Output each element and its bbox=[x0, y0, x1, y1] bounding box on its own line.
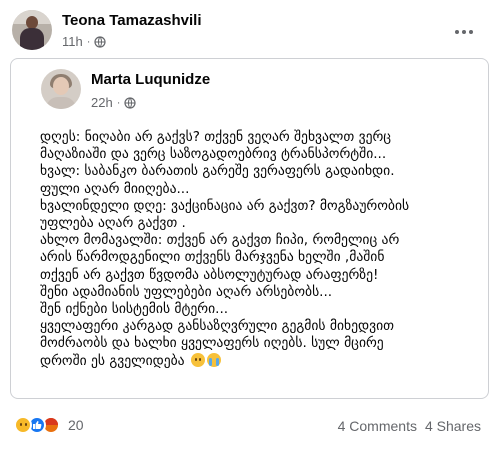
post-body-text: დღეს: ნიღაბი არ გაქვს? თქვენ ვეღარ შეხვა… bbox=[40, 129, 480, 370]
globe-icon bbox=[94, 35, 107, 48]
shared-author-avatar[interactable] bbox=[41, 69, 81, 109]
shared-post-meta: 22h · bbox=[91, 95, 136, 110]
reaction-count[interactable]: 20 bbox=[68, 417, 84, 433]
post-meta: 11h · bbox=[62, 34, 107, 49]
text-line: ფული აღარ მიიღება... bbox=[40, 180, 190, 197]
comments-count[interactable]: 4 Comments bbox=[338, 418, 417, 434]
meta-separator: · bbox=[86, 35, 91, 48]
post-stats: 4 Comments 4 Shares bbox=[338, 418, 481, 434]
text-line: შენი ადამიანის უფლებები აღარ არსებობს... bbox=[40, 283, 333, 300]
sad-face-emoji-icon bbox=[190, 352, 205, 367]
text-line: ხვალ: საბანკო ბარათის გარეშე ვერაფერს გა… bbox=[40, 163, 395, 180]
text-line: ყველაფერი კარგად განსაზღვრული გეგმის მიხ… bbox=[40, 318, 395, 335]
text-line: მაღაზიაში და ვერც საზოგადოებრივ ტრანსპორ… bbox=[40, 146, 387, 163]
shares-count[interactable]: 4 Shares bbox=[425, 418, 481, 434]
shared-meta-separator: · bbox=[116, 96, 121, 109]
text-line: შენ იქნები სისტემის მტერი... bbox=[40, 301, 229, 318]
post-header: Teona Tamazashvili 11h · bbox=[0, 0, 497, 58]
globe-icon bbox=[124, 96, 136, 109]
shared-author-name[interactable]: Marta Luqunidze bbox=[91, 71, 210, 88]
text-line-last: დროში ეს გველიდება bbox=[40, 352, 480, 370]
text-line: ხვალინდელი დღე: ვაქცინაცია არ გაქვთ? მოგ… bbox=[40, 197, 410, 214]
text-line: თქვენ არ გაქვთ წვდომა აბსოლუტურად არაფერ… bbox=[40, 266, 379, 283]
text-line: დროში ეს გველიდება bbox=[40, 352, 185, 369]
author-name[interactable]: Teona Tamazashvili bbox=[62, 12, 202, 29]
text-line: ახლო მომავალში: თქვენ არ გაქვთ ჩიპი, რომ… bbox=[40, 232, 400, 249]
text-line: უფლება აღარ გაქვთ . bbox=[40, 215, 186, 232]
more-options-icon[interactable] bbox=[451, 22, 477, 42]
shared-post-card[interactable]: Marta Luqunidze 22h · დღეს: ნიღაბი არ გა… bbox=[10, 58, 489, 399]
text-line: არის წარმოდგენილი თქვენს მარჯვენა ხელში … bbox=[40, 249, 385, 266]
shared-post-time[interactable]: 22h bbox=[91, 95, 113, 110]
crying-face-emoji-icon bbox=[206, 352, 221, 367]
post-time[interactable]: 11h bbox=[62, 34, 83, 49]
reactions-summary[interactable]: 20 bbox=[14, 416, 84, 434]
text-line: დღეს: ნიღაბი არ გაქვს? თქვენ ვეღარ შეხვა… bbox=[40, 129, 392, 145]
text-line: მოძრაობს და ხალხი ყველაფერს იღებს. სულ მ… bbox=[40, 335, 384, 352]
post-footer: 20 4 Comments 4 Shares bbox=[0, 412, 497, 440]
author-avatar[interactable] bbox=[12, 10, 52, 50]
sad-reaction-icon bbox=[14, 416, 32, 434]
